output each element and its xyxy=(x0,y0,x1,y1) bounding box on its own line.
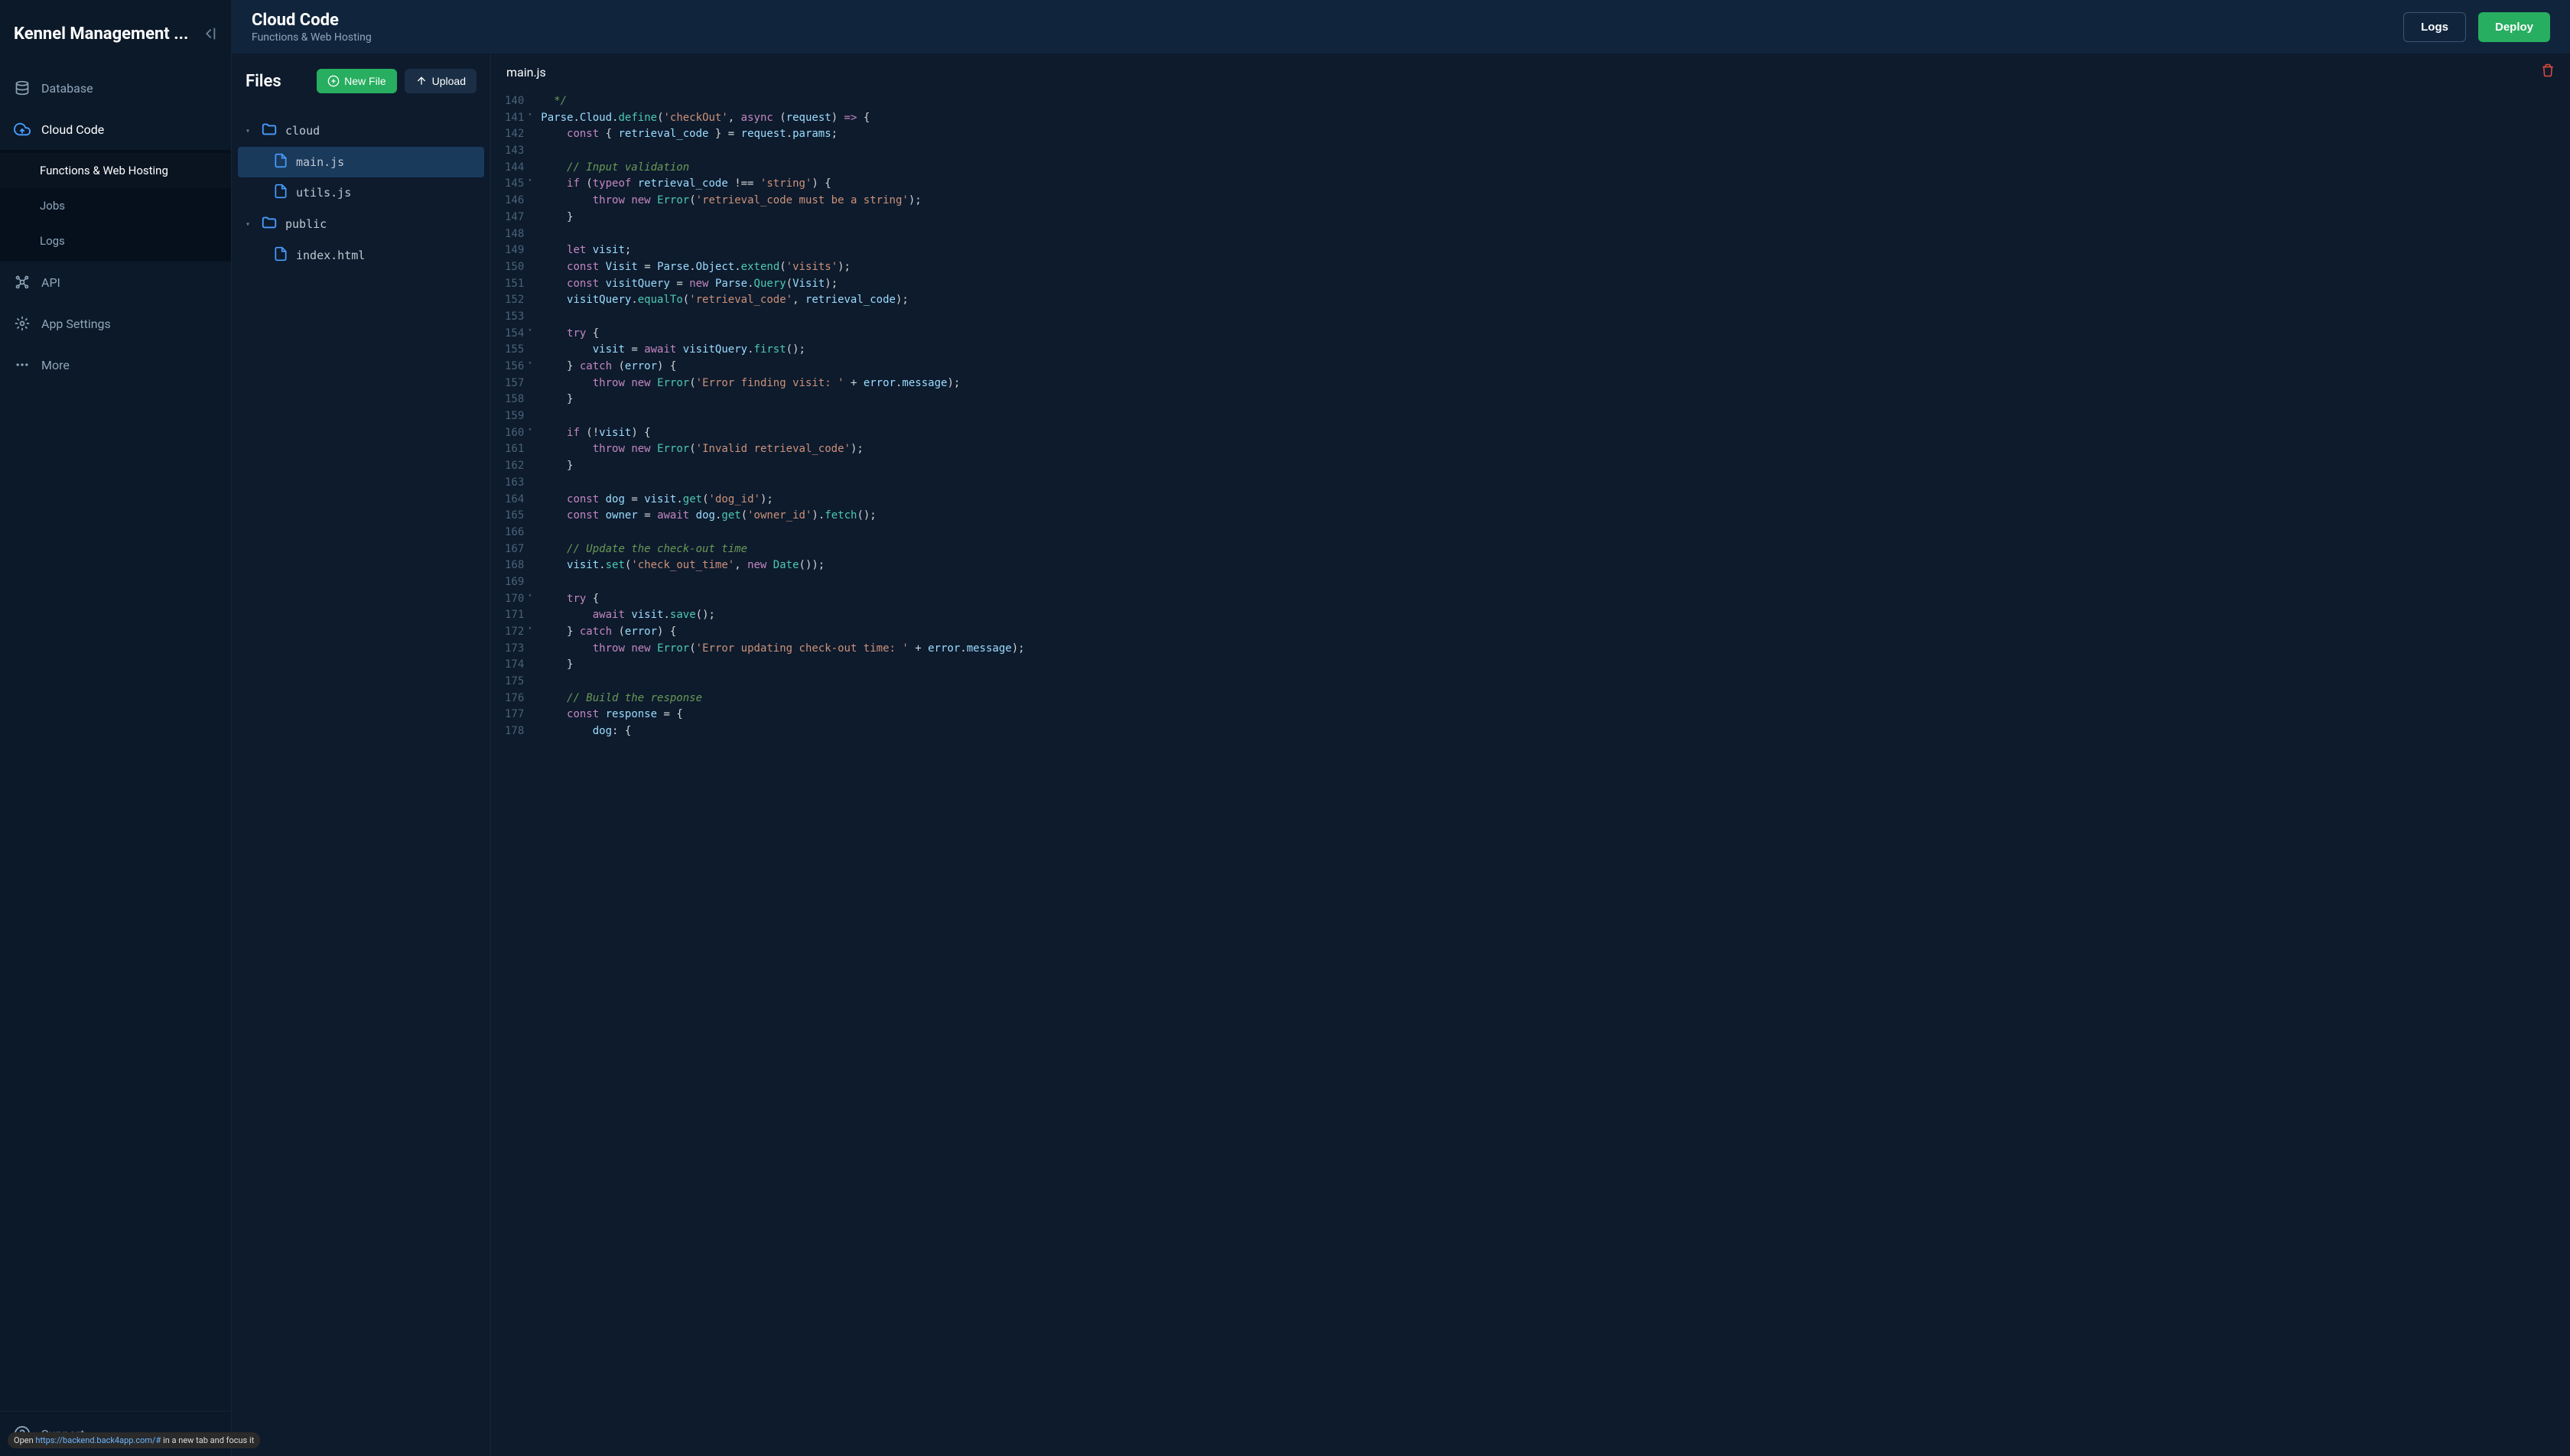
folder-cloud[interactable]: ▾ cloud xyxy=(232,115,490,147)
nav-item-app-settings[interactable]: App Settings xyxy=(0,303,231,344)
file-index-html[interactable]: index.html xyxy=(232,240,490,271)
subnav-logs[interactable]: Logs xyxy=(0,223,231,258)
code-editor[interactable]: 140141▾142143144145▾14614714814915015115… xyxy=(491,90,2570,1456)
line-gutter: 140141▾142143144145▾14614714814915015115… xyxy=(491,90,532,1456)
files-header: Files New File Upload xyxy=(232,54,490,109)
folder-icon xyxy=(261,214,278,234)
sidebar-header: Kennel Management ... xyxy=(0,0,231,67)
nav-label: App Settings xyxy=(41,317,111,331)
file-icon xyxy=(273,153,288,171)
cloud-code-subnav: Functions & Web Hosting Jobs Logs xyxy=(0,150,231,262)
upload-button[interactable]: Upload xyxy=(405,69,477,93)
tooltip-url[interactable]: https://backend.back4app.com/# xyxy=(35,1435,161,1445)
header-actions: Logs Deploy xyxy=(2403,12,2550,42)
content-split: Files New File Upload ▾ xyxy=(232,54,2570,1456)
gear-icon xyxy=(14,315,31,332)
nav-item-more[interactable]: More xyxy=(0,344,231,385)
file-icon xyxy=(273,246,288,265)
header-titles: Cloud Code Functions & Web Hosting xyxy=(252,11,372,44)
nav-label: Database xyxy=(41,81,93,96)
main-area: Cloud Code Functions & Web Hosting Logs … xyxy=(232,0,2570,1456)
collapse-sidebar-button[interactable] xyxy=(200,25,217,42)
subnav-jobs[interactable]: Jobs xyxy=(0,188,231,223)
caret-down-icon: ▾ xyxy=(246,220,253,229)
upload-icon xyxy=(415,75,428,87)
editor-tab-active[interactable]: main.js xyxy=(506,65,546,80)
sidebar: Kennel Management ... Database Cloud Cod… xyxy=(0,0,232,1456)
subnav-functions[interactable]: Functions & Web Hosting xyxy=(0,153,231,188)
editor-tabs: main.js xyxy=(491,54,2570,90)
code-content[interactable]: */Parse.Cloud.define('checkOut', async (… xyxy=(532,90,2570,1456)
page-title: Cloud Code xyxy=(252,11,372,30)
nav-label: More xyxy=(41,358,70,372)
editor-panel: main.js 140141▾142143144145▾146147148149… xyxy=(491,54,2570,1456)
folder-public[interactable]: ▾ public xyxy=(232,208,490,240)
nav-item-database[interactable]: Database xyxy=(0,67,231,109)
page-subtitle: Functions & Web Hosting xyxy=(252,31,372,44)
file-icon xyxy=(273,184,288,202)
cloud-icon xyxy=(14,121,31,138)
nav-item-api[interactable]: API xyxy=(0,262,231,303)
caret-down-icon: ▾ xyxy=(246,127,253,135)
delete-file-button[interactable] xyxy=(2541,63,2555,80)
file-utils-js[interactable]: utils.js xyxy=(232,177,490,208)
files-panel: Files New File Upload ▾ xyxy=(232,54,491,1456)
new-file-button[interactable]: New File xyxy=(317,69,396,93)
logs-button[interactable]: Logs xyxy=(2403,12,2466,42)
nav-label: API xyxy=(41,275,60,290)
api-icon xyxy=(14,274,31,291)
collapse-icon xyxy=(200,25,217,42)
nav-label: Cloud Code xyxy=(41,122,104,137)
file-main-js[interactable]: main.js xyxy=(238,147,484,177)
folder-icon xyxy=(261,121,278,141)
plus-circle-icon xyxy=(327,75,340,87)
deploy-button[interactable]: Deploy xyxy=(2478,12,2550,42)
nav-list: Database Cloud Code Functions & Web Host… xyxy=(0,67,231,1411)
more-icon xyxy=(14,356,31,373)
files-title: Files xyxy=(246,72,281,91)
file-tree: ▾ cloud main.js utils.js xyxy=(232,109,490,277)
main-header: Cloud Code Functions & Web Hosting Logs … xyxy=(232,0,2570,54)
nav-item-cloud-code[interactable]: Cloud Code xyxy=(0,109,231,150)
url-tooltip: Open https://backend.back4app.com/# in a… xyxy=(8,1432,260,1448)
database-icon xyxy=(14,80,31,96)
trash-icon xyxy=(2541,63,2555,77)
app-title: Kennel Management ... xyxy=(14,24,188,44)
files-actions: New File Upload xyxy=(317,69,477,93)
